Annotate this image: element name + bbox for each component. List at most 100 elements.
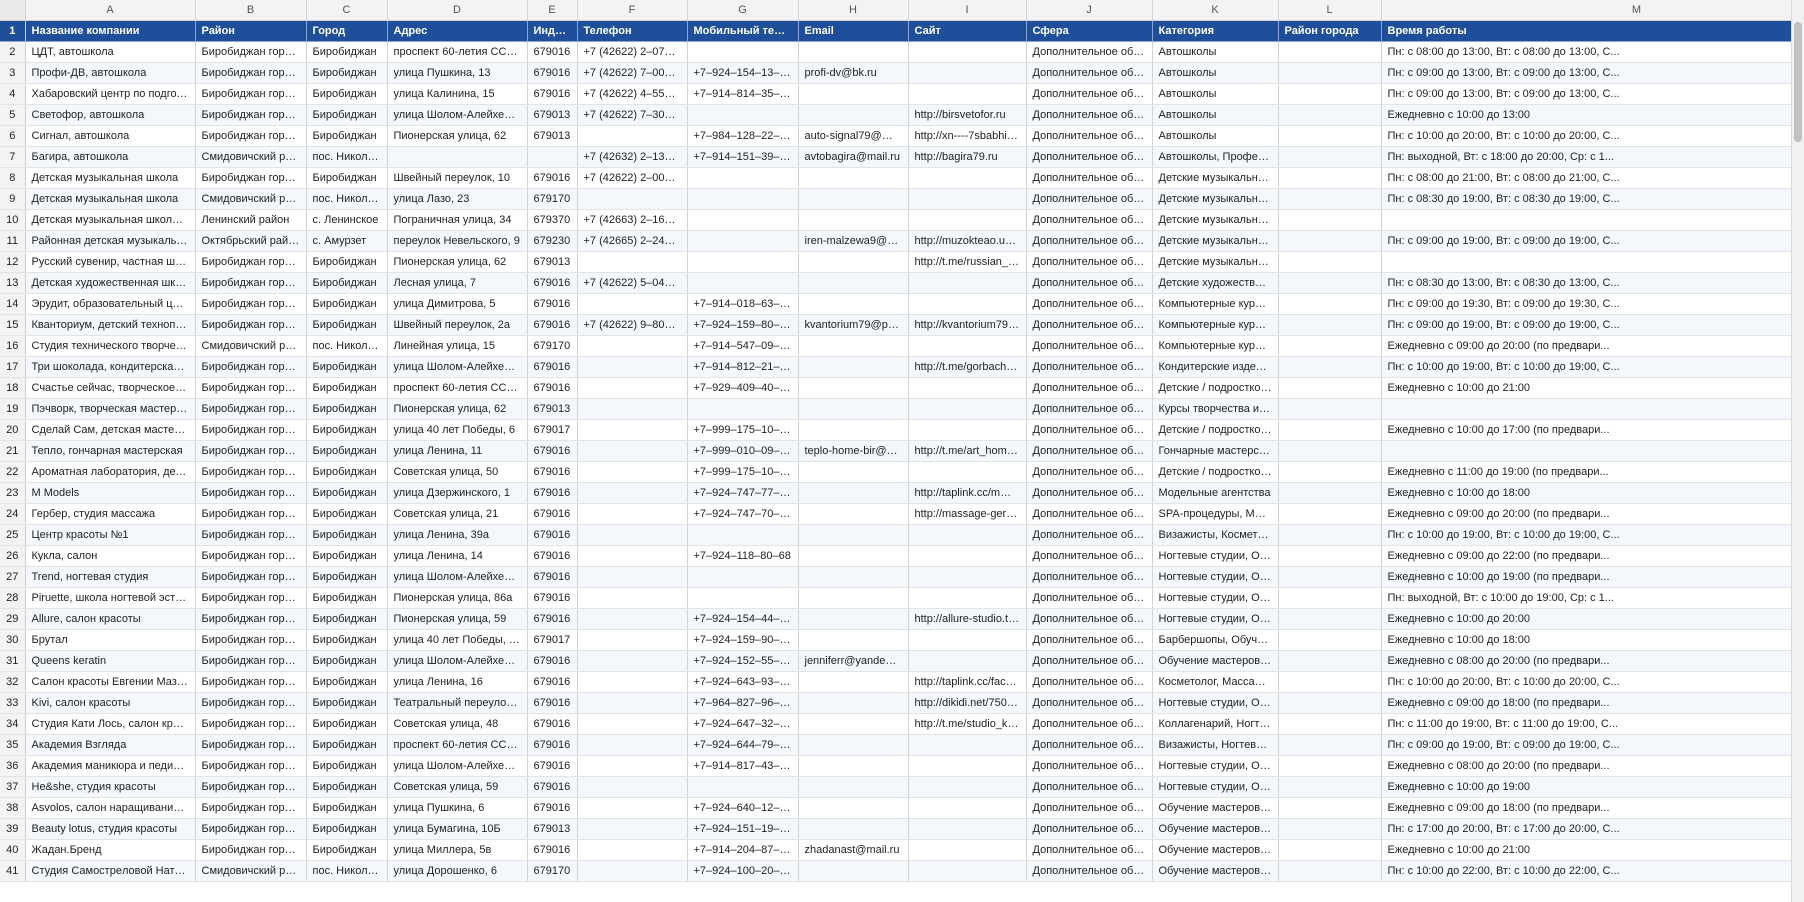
table-cell[interactable]: auto-signal79@mail.ru: [798, 125, 909, 147]
table-cell[interactable]: [687, 104, 799, 126]
table-cell[interactable]: Дополнительное образов...: [1026, 776, 1153, 798]
table-cell[interactable]: [687, 188, 799, 210]
table-cell[interactable]: 679016: [527, 650, 578, 672]
table-cell[interactable]: [1278, 860, 1382, 882]
table-cell[interactable]: [798, 608, 909, 630]
table-cell[interactable]: Биробиджан: [306, 629, 388, 651]
table-cell[interactable]: переулок Невельского, 9: [387, 230, 528, 252]
table-cell[interactable]: [687, 41, 799, 63]
table-cell[interactable]: Пн: с 10:00 до 19:00, Вт: с 10:00 до 19:…: [1381, 524, 1804, 546]
table-cell[interactable]: http://kvantorium79.ru: [908, 314, 1027, 336]
table-cell[interactable]: [687, 167, 799, 189]
table-cell[interactable]: +7–924–159–80–90: [687, 314, 799, 336]
table-cell[interactable]: Советская улица, 48: [387, 713, 528, 735]
table-cell[interactable]: http://t.me/studio_katylos: [908, 713, 1027, 735]
table-cell[interactable]: [1278, 671, 1382, 693]
table-cell[interactable]: улица 40 лет Победы, 10: [387, 629, 528, 651]
table-cell[interactable]: Биробиджан: [306, 461, 388, 483]
table-cell[interactable]: Ежедневно с 09:00 до 18:00 (по предвари.…: [1381, 797, 1804, 819]
table-cell[interactable]: avtobagira@mail.ru: [798, 146, 909, 168]
column-letter-i[interactable]: I: [908, 0, 1027, 21]
table-cell[interactable]: +7–999–010–09–20: [687, 440, 799, 462]
table-cell[interactable]: [1278, 566, 1382, 588]
table-cell[interactable]: [908, 398, 1027, 420]
table-cell[interactable]: улица Шолом-Алейхема, 44: [387, 650, 528, 672]
table-cell[interactable]: [1278, 230, 1382, 252]
table-cell[interactable]: Биробиджан городско...: [195, 839, 307, 861]
table-cell[interactable]: +7–924–100–20–86: [687, 860, 799, 882]
table-cell[interactable]: пос. Николаевка: [306, 860, 388, 882]
table-cell[interactable]: Дополнительное образов...: [1026, 839, 1153, 861]
table-cell[interactable]: Биробиджан городско...: [195, 125, 307, 147]
table-cell[interactable]: [577, 860, 688, 882]
table-cell[interactable]: Лесная улица, 7: [387, 272, 528, 294]
table-cell[interactable]: Тепло, гончарная мастерская: [25, 440, 196, 462]
row-number[interactable]: 27: [0, 566, 26, 588]
table-cell[interactable]: +7–924–118–80–68: [687, 545, 799, 567]
table-cell[interactable]: [687, 566, 799, 588]
table-cell[interactable]: 679016: [527, 440, 578, 462]
table-cell[interactable]: +7–914–018–63–80: [687, 293, 799, 315]
row-number[interactable]: 38: [0, 797, 26, 819]
row-number[interactable]: 1: [0, 20, 26, 42]
table-cell[interactable]: Ежедневно с 10:00 до 21:00: [1381, 377, 1804, 399]
table-cell[interactable]: [908, 545, 1027, 567]
table-cell[interactable]: zhadanast@mail.ru: [798, 839, 909, 861]
table-cell[interactable]: [798, 398, 909, 420]
table-cell[interactable]: [1278, 482, 1382, 504]
table-cell[interactable]: [908, 419, 1027, 441]
table-cell[interactable]: [798, 293, 909, 315]
table-cell[interactable]: [1278, 62, 1382, 84]
table-cell[interactable]: Ногтевые студии, Обучени...: [1152, 755, 1279, 777]
row-number[interactable]: 30: [0, 629, 26, 651]
table-cell[interactable]: Дополнительное образов...: [1026, 440, 1153, 462]
table-cell[interactable]: Биробиджан городско...: [195, 650, 307, 672]
table-cell[interactable]: Русский сувенир, частная школа хоро...: [25, 251, 196, 273]
table-cell[interactable]: Ежедневно с 09:00 до 20:00 (по предвари.…: [1381, 335, 1804, 357]
table-cell[interactable]: 679016: [527, 713, 578, 735]
header-cell[interactable]: Сфера: [1026, 20, 1153, 42]
table-cell[interactable]: [908, 293, 1027, 315]
column-letter-g[interactable]: G: [687, 0, 799, 21]
table-cell[interactable]: [687, 524, 799, 546]
row-number[interactable]: 10: [0, 209, 26, 231]
table-cell[interactable]: [1278, 713, 1382, 735]
table-cell[interactable]: SPA-процедуры, Массажи...: [1152, 503, 1279, 525]
table-cell[interactable]: Багира, автошкола: [25, 146, 196, 168]
table-cell[interactable]: [1278, 650, 1382, 672]
table-cell[interactable]: Пн: с 11:00 до 19:00, Вт: с 11:00 до 19:…: [1381, 713, 1804, 735]
row-number[interactable]: 25: [0, 524, 26, 546]
scrollbar-thumb[interactable]: [1794, 22, 1802, 142]
table-cell[interactable]: 679016: [527, 587, 578, 609]
table-cell[interactable]: 679013: [527, 251, 578, 273]
table-cell[interactable]: Piruette, школа ногтевой эстетики: [25, 587, 196, 609]
table-cell[interactable]: 679016: [527, 776, 578, 798]
table-cell[interactable]: +7–999–175–10–73: [687, 419, 799, 441]
table-cell[interactable]: Дополнительное образов...: [1026, 293, 1153, 315]
table-cell[interactable]: [577, 251, 688, 273]
table-cell[interactable]: +7 (42622) 7–30–03: [577, 104, 688, 126]
table-cell[interactable]: Ногтевые студии, Обучени...: [1152, 608, 1279, 630]
table-cell[interactable]: [908, 377, 1027, 399]
table-cell[interactable]: +7–914–812–21–67: [687, 356, 799, 378]
table-cell[interactable]: Биробиджан: [306, 272, 388, 294]
table-cell[interactable]: [798, 104, 909, 126]
table-cell[interactable]: [1278, 209, 1382, 231]
table-cell[interactable]: [577, 734, 688, 756]
table-cell[interactable]: [908, 839, 1027, 861]
table-cell[interactable]: Детские музыкальные школ...: [1152, 209, 1279, 231]
table-cell[interactable]: [908, 188, 1027, 210]
table-cell[interactable]: [798, 629, 909, 651]
row-number[interactable]: 19: [0, 398, 26, 420]
table-cell[interactable]: [1278, 335, 1382, 357]
table-cell[interactable]: Пн: с 08:00 до 13:00, Вт: с 08:00 до 13:…: [1381, 41, 1804, 63]
table-cell[interactable]: [798, 272, 909, 294]
table-cell[interactable]: Дополнительное образов...: [1026, 482, 1153, 504]
table-cell[interactable]: [908, 272, 1027, 294]
row-number[interactable]: 2: [0, 41, 26, 63]
table-cell[interactable]: Районная детская музыкальная школа: [25, 230, 196, 252]
table-cell[interactable]: +7–924–647–32–55: [687, 713, 799, 735]
table-cell[interactable]: Детские / подростковые к...: [1152, 419, 1279, 441]
table-cell[interactable]: Beauty lotus, студия красоты: [25, 818, 196, 840]
table-cell[interactable]: Trend, ногтевая студия: [25, 566, 196, 588]
